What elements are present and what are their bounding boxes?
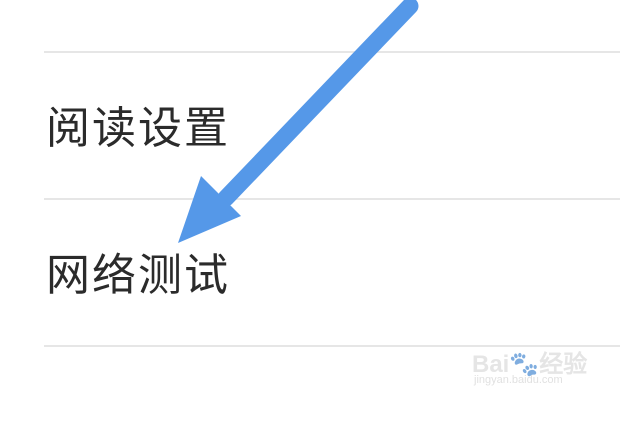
watermark-url: jingyan.baidu.com [474, 374, 563, 386]
settings-item-reading[interactable]: 阅读设置 [0, 103, 620, 155]
watermark: Bai🐾经验 jingyan.baidu.com [472, 344, 587, 396]
settings-item-label: 阅读设置 [46, 103, 230, 154]
divider [44, 51, 620, 53]
divider [44, 198, 620, 200]
settings-item-network-test[interactable]: 网络测试 [0, 250, 620, 302]
settings-item-partial-top[interactable] [0, 0, 620, 18]
settings-item-label: 网络测试 [46, 250, 230, 301]
